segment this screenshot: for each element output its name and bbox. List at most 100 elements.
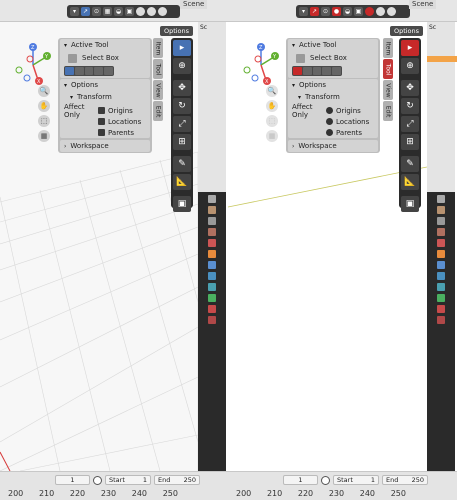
add-cube-tool-icon[interactable]: ▣ — [173, 196, 191, 212]
select-box-tool-icon[interactable]: ▸ — [401, 40, 419, 56]
measure-tool-icon[interactable]: 📐 — [173, 174, 191, 190]
texture-props-icon[interactable] — [437, 316, 445, 324]
frame-ruler[interactable]: 200 210 220 230 240 250 — [8, 489, 178, 498]
tool-props-icon[interactable] — [208, 195, 216, 203]
camera-icon[interactable]: ⬚ — [266, 115, 278, 127]
shading-material-icon[interactable] — [376, 7, 385, 16]
locations-checkbox[interactable] — [98, 118, 105, 125]
xray-icon[interactable]: ▣ — [354, 7, 363, 16]
transform-tool-icon[interactable]: ⊞ — [173, 134, 191, 150]
select-mode-intersect-icon[interactable] — [332, 66, 341, 75]
select-mode-new-icon[interactable] — [293, 66, 302, 75]
view-layer-props-icon[interactable] — [208, 228, 216, 236]
clock-icon[interactable] — [93, 475, 102, 485]
workspace-section[interactable]: › Workspace — [288, 140, 378, 152]
tab-edit[interactable]: Edit — [383, 101, 393, 121]
move-tool-icon[interactable]: ✥ — [173, 80, 191, 96]
scale-tool-icon[interactable]: ⤢ — [173, 116, 191, 132]
physics-props-icon[interactable] — [437, 283, 445, 291]
modifier-props-icon[interactable] — [437, 261, 445, 269]
particles-props-icon[interactable] — [437, 272, 445, 280]
output-props-icon[interactable] — [208, 217, 216, 225]
shading-rendered-icon[interactable] — [387, 7, 396, 16]
material-props-icon[interactable] — [208, 305, 216, 313]
origins-checkbox[interactable] — [98, 107, 105, 114]
rotate-tool-icon[interactable]: ↻ — [401, 98, 419, 114]
tab-view[interactable]: View — [153, 80, 163, 100]
cursor-tool-icon[interactable]: ⊕ — [401, 58, 419, 74]
select-mode-group[interactable] — [292, 65, 342, 76]
tab-view[interactable]: View — [383, 80, 393, 100]
perspective-grid-icon[interactable]: ▦ — [266, 130, 278, 142]
object-props-icon[interactable] — [437, 250, 445, 258]
locations-checkbox[interactable] — [326, 118, 333, 125]
select-mode-invert-icon[interactable] — [94, 66, 104, 75]
parents-checkbox[interactable] — [98, 129, 105, 136]
options-button[interactable]: Options — [160, 26, 193, 36]
cursor-tool-icon[interactable]: ⊕ — [173, 58, 191, 74]
3d-viewport[interactable]: Z Y X 🔍 ✋ ⬚ ▦ ▾ Active Tool Select Box ▾… — [228, 22, 427, 471]
pan-hand-icon[interactable]: ✋ — [38, 100, 50, 112]
shading-rendered-icon[interactable] — [158, 7, 167, 16]
select-mode-subtract-icon[interactable] — [312, 66, 322, 75]
select-mode-subtract-icon[interactable] — [84, 66, 94, 75]
camera-icon[interactable]: ⬚ — [38, 115, 50, 127]
select-mode-intersect-icon[interactable] — [104, 66, 113, 75]
object-props-icon[interactable] — [208, 250, 216, 258]
select-mode-new-icon[interactable] — [65, 66, 74, 75]
pan-hand-icon[interactable]: ✋ — [266, 100, 278, 112]
header-tool-icons[interactable]: ▾ ↗ ⊙ ● ◒ ▣ — [296, 5, 410, 18]
scene-props-icon[interactable] — [437, 239, 445, 247]
modifier-props-icon[interactable] — [208, 261, 216, 269]
select-mode-extend-icon[interactable] — [74, 66, 84, 75]
navigation-gizmo[interactable]: Z Y X — [236, 40, 286, 90]
start-frame-field[interactable]: Start 1 — [333, 475, 379, 485]
measure-tool-icon[interactable]: 📐 — [401, 174, 419, 190]
shading-solid-icon[interactable] — [365, 7, 374, 16]
workspace-section[interactable]: › Workspace — [60, 140, 150, 152]
zoom-icon[interactable]: 🔍 — [38, 85, 50, 97]
current-frame-field[interactable]: 1 — [283, 475, 318, 485]
end-frame-field[interactable]: End 250 — [382, 475, 428, 485]
header-tool-icons[interactable]: ▾ ↗ ⊙ ▦ ◒ ▣ — [67, 5, 180, 18]
transform-tool-icon[interactable]: ⊞ — [401, 134, 419, 150]
tab-edit[interactable]: Edit — [153, 101, 163, 121]
clock-icon[interactable] — [321, 475, 330, 485]
material-props-icon[interactable] — [437, 305, 445, 313]
overlay-icon[interactable]: ◒ — [343, 7, 352, 16]
origins-checkbox[interactable] — [326, 107, 333, 114]
tool-props-icon[interactable] — [437, 195, 445, 203]
select-mode-invert-icon[interactable] — [322, 66, 332, 75]
frame-ruler[interactable]: 200 210 220 230 240 250 — [236, 489, 406, 498]
end-frame-field[interactable]: End 250 — [154, 475, 200, 485]
select-box-tool-icon[interactable]: ▸ — [173, 40, 191, 56]
select-mode-group[interactable] — [64, 65, 114, 76]
start-frame-field[interactable]: Start 1 — [105, 475, 151, 485]
pivot-icon[interactable]: ⊙ — [92, 7, 101, 16]
texture-props-icon[interactable] — [208, 316, 216, 324]
output-props-icon[interactable] — [437, 217, 445, 225]
data-props-icon[interactable] — [437, 294, 445, 302]
add-cube-tool-icon[interactable]: ▣ — [401, 196, 419, 212]
parents-checkbox[interactable] — [326, 129, 333, 136]
snap-icon[interactable]: ● — [332, 7, 341, 16]
render-props-icon[interactable] — [437, 206, 445, 214]
tab-item[interactable]: Item — [383, 38, 393, 58]
xray-icon[interactable]: ▣ — [125, 7, 134, 16]
annotate-tool-icon[interactable]: ✎ — [173, 156, 191, 172]
3d-viewport[interactable]: Z Y X 🔍 ✋ ⬚ ▦ ▾ Active Tool Select Box ▾… — [0, 22, 198, 471]
move-tool-icon[interactable]: ✥ — [401, 80, 419, 96]
transform-orientation-icon[interactable]: ↗ — [81, 7, 90, 16]
shading-solid-icon[interactable] — [136, 7, 145, 16]
shading-material-icon[interactable] — [147, 7, 156, 16]
options-button[interactable]: Options — [390, 26, 423, 36]
physics-props-icon[interactable] — [208, 283, 216, 291]
scale-tool-icon[interactable]: ⤢ — [401, 116, 419, 132]
snap-icon[interactable]: ▦ — [103, 7, 112, 16]
tab-tool[interactable]: Tool — [383, 59, 393, 79]
tab-tool[interactable]: Tool — [153, 59, 163, 79]
particles-props-icon[interactable] — [208, 272, 216, 280]
zoom-icon[interactable]: 🔍 — [266, 85, 278, 97]
annotate-tool-icon[interactable]: ✎ — [401, 156, 419, 172]
perspective-grid-icon[interactable]: ▦ — [38, 130, 50, 142]
